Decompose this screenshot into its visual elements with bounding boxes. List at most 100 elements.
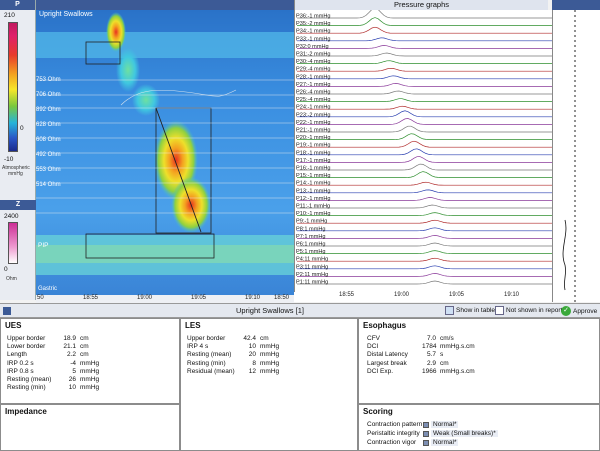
les-unit: mmHg xyxy=(260,351,280,359)
topography-title: Upright Swallows xyxy=(39,11,93,18)
ues-label: IRP 0.8 s xyxy=(7,367,34,375)
les-label: Upper border xyxy=(187,335,226,342)
pressure-channel-label: P17:-1 mmHg xyxy=(296,158,331,164)
pressure-channel-label: P22:-1 mmHg xyxy=(296,120,331,126)
pressure-channel-label: P36:-1 mmHg xyxy=(296,14,331,20)
esophagus-row: CFV 7.0 cm/s xyxy=(367,335,480,343)
pressure-trace xyxy=(297,197,552,201)
ues-row: Resting (min) 10 mmHg xyxy=(7,384,120,392)
pressure-channel-label: P16:-1 mmHg xyxy=(296,166,331,172)
pressure-channel-label: P12:-1 mmHg xyxy=(296,196,331,202)
les-label: IRP 4 s xyxy=(187,343,209,351)
overview-strip[interactable] xyxy=(552,10,600,302)
pressure-channel-label: P14:-1 mmHg xyxy=(296,181,331,187)
topography-plot[interactable]: Upright Swallows 753 Ohm 706 Ohm 892 Ohm… xyxy=(36,10,294,295)
show-in-table-button[interactable]: Show in table xyxy=(445,306,495,315)
impedance-label: 492 Ohm xyxy=(36,152,61,158)
ues-row: Resting (mean) 26 mmHg xyxy=(7,376,120,384)
les-value: 8 xyxy=(252,359,256,367)
pressure-channel-label: P18:-1 mmHg xyxy=(296,150,331,156)
esophagus-label: Largest break xyxy=(367,359,407,367)
les-row: Resting (min) 8 mmHg xyxy=(187,360,300,368)
pressure-trace xyxy=(297,133,552,140)
les-value: 20 xyxy=(248,351,256,359)
les-row: Upper border 42.4 cm xyxy=(187,335,300,343)
pressure-time-axis: 18:55 19:00 19:05 19:10 xyxy=(294,292,552,302)
table-icon xyxy=(445,306,454,315)
expand-icon[interactable] xyxy=(3,307,11,315)
ues-label: Resting (min) xyxy=(7,384,46,392)
time-tick: 19:10 xyxy=(504,292,520,298)
esophagus-panel: Esophagus CFV 7.0 cm/s DCI 1784 mmHg.s.cm Dist… xyxy=(358,318,600,404)
time-tick: 18:55 xyxy=(83,295,99,301)
pressure-trace xyxy=(297,105,552,110)
time-tick: 18:50 xyxy=(274,295,290,301)
pressure-unit: Atmospheric mmHg xyxy=(2,165,30,177)
time-tick: 19:00 xyxy=(394,292,410,298)
impedance-scale-max: 2400 xyxy=(4,213,19,220)
ues-row: Upper border 18.9 cm xyxy=(7,335,120,343)
scoring-value[interactable]: Weak (Small breaks)* xyxy=(431,430,498,437)
ues-label: Upper border xyxy=(7,335,46,342)
esophagus-row: DCI 1784 mmHg.s.cm xyxy=(367,343,480,351)
pressure-graphs-plot[interactable]: P36:-1 mmHg P35:-2 mmHg P34:-1 mmHg P33:-1 … xyxy=(294,7,552,292)
pressure-trace xyxy=(297,156,552,163)
les-label: Resting (mean) xyxy=(187,351,232,359)
scoring-dropdown-icon[interactable] xyxy=(423,439,429,446)
time-tick: 19:05 xyxy=(449,292,465,298)
pressure-channel-label: P25:-4 mmHg xyxy=(296,97,331,103)
les-unit: mmHg xyxy=(260,343,280,351)
scoring-value[interactable]: Normal* xyxy=(431,421,459,428)
pressure-trace xyxy=(297,52,552,57)
pressure-trace xyxy=(297,118,552,125)
ues-unit: cm xyxy=(80,343,89,351)
pressure-channel-label: P21:-1 mmHg xyxy=(296,128,331,134)
scoring-panel: Scoring Contraction pattern Normal* Perist… xyxy=(358,404,600,451)
pressure-channel-label: P19:-1 mmHg xyxy=(296,143,331,149)
ues-label: Resting (mean) xyxy=(7,376,52,384)
topography-time-axis: 50 18:55 19:00 19:05 19:10 18:50 xyxy=(36,295,294,303)
pressure-trace xyxy=(297,83,552,87)
pressure-channel-label: P8:1 mmHg xyxy=(296,226,326,232)
scoring-label: Peristaltic integrity xyxy=(367,430,420,437)
scoring-row: Contraction pattern Normal* xyxy=(367,420,498,429)
ues-unit: mmHg xyxy=(80,376,100,384)
pressure-channel-label: P9:-1 mmHg xyxy=(296,219,327,225)
pressure-channel-label: P4:11 mmHg xyxy=(296,257,328,263)
scoring-value[interactable]: Normal* xyxy=(431,439,459,446)
pressure-graphs-title: Pressure graphs xyxy=(294,0,548,10)
les-value: 42.4 xyxy=(243,335,256,342)
topography-header xyxy=(36,0,294,10)
les-value: 12 xyxy=(248,367,256,375)
ues-unit: cm xyxy=(80,335,89,342)
time-tick: 50 xyxy=(37,295,44,301)
not-shown-in-report-button[interactable]: Not shown in report xyxy=(495,306,562,315)
esophagus-value: 7.0 xyxy=(426,335,436,342)
pip-marker: PIP xyxy=(38,242,49,249)
overview-svg xyxy=(562,10,576,302)
pressure-channel-label: P23:-2 mmHg xyxy=(296,112,331,118)
impedance-label: 892 Ohm xyxy=(36,107,61,113)
scoring-dropdown-icon[interactable] xyxy=(423,430,429,437)
esophagus-value: 1784 xyxy=(422,343,437,351)
les-unit: cm xyxy=(260,335,269,342)
impedance-color-scale xyxy=(8,222,18,264)
scoring-label: Contraction pattern xyxy=(367,421,423,428)
pressure-channel-label: P3:11 mmHg xyxy=(296,264,328,270)
les-values: Upper border 42.4 cm IRP 4 s 10 mmHg Resting (… xyxy=(187,335,300,376)
les-label: Residual (mean) xyxy=(187,367,235,375)
pressure-trace xyxy=(297,26,552,34)
impedance-scale-min: 0 xyxy=(4,266,8,273)
result-title: Upright Swallows [1] xyxy=(236,306,304,315)
pressure-channel-label: P30:-4 mmHg xyxy=(296,59,331,65)
pressure-channel-label: P10:-1 mmHg xyxy=(296,211,331,217)
impedance-label: 706 Ohm xyxy=(36,92,61,98)
ues-value: 21.1 xyxy=(63,343,76,351)
topography-svg xyxy=(36,12,294,275)
ues-label: IRP 0.2 s xyxy=(7,359,34,367)
scoring-dropdown-icon[interactable] xyxy=(423,421,429,428)
pressure-scale-zero: 0 xyxy=(20,125,24,132)
approve-button[interactable]: ✓ Approve xyxy=(561,306,597,316)
ues-row: IRP 0.2 s -4 mmHg xyxy=(7,360,120,368)
esophagus-value: 2.9 xyxy=(426,359,436,367)
